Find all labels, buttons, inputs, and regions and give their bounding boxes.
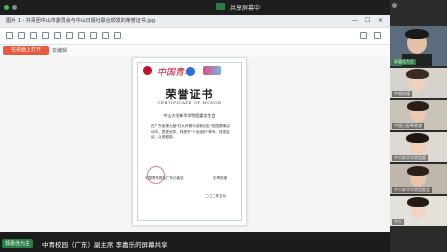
close-button[interactable]: ✕ <box>378 17 383 24</box>
open-on-desktop-button[interactable]: 在桌面上打开 <box>3 46 49 55</box>
participant-panel: 郭嘉佳为主 中青校媒 中国日报粤港澳 中大新华学院团委 中大新华学院团委会 中大 <box>390 0 447 252</box>
zoom-out-icon[interactable] <box>30 32 37 39</box>
participant-name: 中大新华学院团委会 <box>392 187 432 193</box>
panel-menu-icon[interactable] <box>392 3 397 8</box>
official-seal-icon <box>147 166 165 184</box>
certificate-image: 中国青年 荣誉证书 CERTIFICATE OF HONOR 中山大学新华学院团… <box>132 57 247 226</box>
more-icon[interactable] <box>360 32 367 39</box>
participant-hair <box>405 29 429 39</box>
certificate-issuer: 中国青年报社广东记者站 <box>145 176 184 180</box>
certificate-subtitle: CERTIFICATE OF HONOR <box>157 100 222 105</box>
window-titlebar: 图片 1 - 共青团中山市委员会与中山日报社联合颁发的荣誉证书.jpg — ☐ … <box>0 15 390 28</box>
participant-name: 中大 <box>392 219 404 225</box>
print-icon[interactable] <box>114 32 121 39</box>
share-icon[interactable] <box>102 32 109 39</box>
edit-icon[interactable] <box>66 32 73 39</box>
participant-tile[interactable]: 中青校媒 <box>390 68 447 98</box>
certificate-body: 在广东省第九届"红九杯赛与创新创业"校园赛事活动中，表现优异，特授予"十佳组织"… <box>151 124 230 139</box>
edit-link[interactable]: 去编辑 <box>52 47 67 54</box>
rotate-icon[interactable] <box>6 32 13 39</box>
speaker-caption: 中青校园（广东）副主席 李嘉乐的屏幕共享 <box>42 241 168 249</box>
maximize-button[interactable]: ☐ <box>365 17 370 24</box>
certificate-date: 二〇二年五月 <box>205 194 226 198</box>
speaker-chip: 郭嘉佳为主 <box>2 239 34 248</box>
participant-name: 中大新华学院团委 <box>392 155 428 161</box>
participant-tile[interactable]: 中大新华学院团委会 <box>390 164 447 194</box>
settings-icon[interactable] <box>374 32 381 39</box>
minimize-button[interactable]: — <box>352 17 358 24</box>
share-status-text: 共享屏幕中 <box>230 5 261 12</box>
participant-tile[interactable]: 中大新华学院团委 <box>390 132 447 162</box>
participant-hair <box>407 101 429 111</box>
participant-hair <box>406 133 429 143</box>
crop-icon[interactable] <box>54 32 61 39</box>
participant-hair <box>406 69 429 79</box>
participant-hair <box>407 197 429 207</box>
delete-icon[interactable] <box>78 32 85 39</box>
event-logo-icon <box>203 66 221 75</box>
viewer-subbar: 在桌面上打开 去编辑 <box>0 45 390 57</box>
favorite-icon[interactable] <box>90 32 97 39</box>
fit-icon[interactable] <box>42 32 49 39</box>
active-speaker-bar: 郭嘉佳为主 中青校园（广东）副主席 李嘉乐的屏幕共享 <box>0 234 390 252</box>
network-status-icon <box>4 5 9 10</box>
meeting-top-bar: 共享屏幕中 <box>0 0 390 14</box>
participant-name: 中国日报粤港澳 <box>392 123 424 129</box>
certificate-issuer-2: 中青校媒 <box>213 176 227 180</box>
participant-tile[interactable]: 中大 <box>390 196 447 226</box>
participant-name: 郭嘉佳为主 <box>392 59 416 65</box>
info-icon[interactable] <box>12 5 17 10</box>
zoom-in-icon[interactable] <box>18 32 25 39</box>
participant-name: 中青校媒 <box>392 91 412 97</box>
participant-tile[interactable]: 郭嘉佳为主 <box>390 26 447 66</box>
campus-media-logo-icon <box>186 67 195 76</box>
window-title: 图片 1 - 共青团中山市委员会与中山日报社联合颁发的荣誉证书.jpg <box>6 18 156 24</box>
certificate-recipient: 中山大学新华学院团委学生会 <box>163 113 216 118</box>
viewer-toolbar <box>0 28 390 45</box>
participant-hair <box>407 166 429 176</box>
youth-league-emblem-icon <box>143 66 152 75</box>
shared-image-viewer-window: 图片 1 - 共青团中山市委员会与中山日报社联合颁发的荣誉证书.jpg — ☐ … <box>0 15 390 232</box>
participant-tile[interactable]: 中国日报粤港澳 <box>390 100 447 130</box>
screen-share-icon[interactable] <box>216 3 225 10</box>
